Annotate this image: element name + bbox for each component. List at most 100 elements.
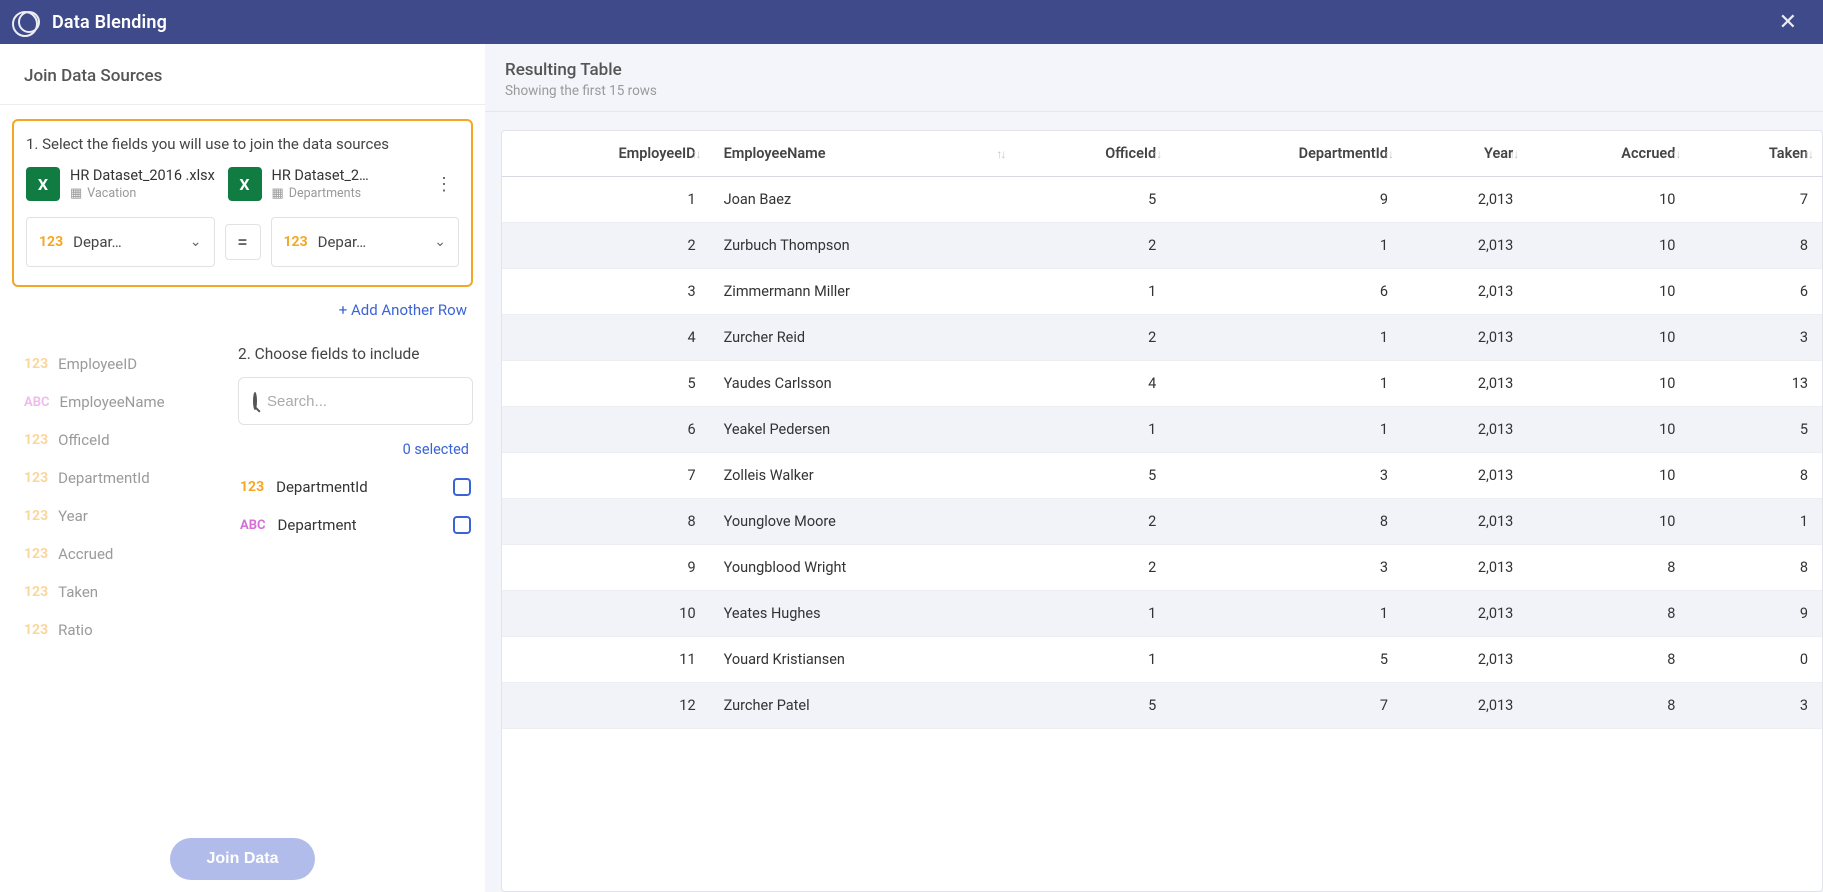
- table-cell: 2,013: [1402, 683, 1527, 729]
- table-cell: 2,013: [1402, 453, 1527, 499]
- table-cell: 9: [1170, 177, 1402, 223]
- text-type-icon: ABC: [240, 518, 266, 533]
- numeric-type-icon: 123: [24, 432, 48, 448]
- resulting-table-title: Resulting Table: [505, 60, 1803, 80]
- include-field-label: DepartmentId: [276, 478, 368, 496]
- numeric-type-icon: 123: [24, 470, 48, 486]
- column-header[interactable]: Accrued↑↓: [1527, 131, 1689, 177]
- column-header[interactable]: Year↑↓: [1402, 131, 1527, 177]
- table-cell: 2,013: [1402, 315, 1527, 361]
- sort-icon[interactable]: ↑↓: [1804, 147, 1812, 161]
- field-name-label: OfficeId: [58, 431, 109, 449]
- table-cell: 1: [1170, 223, 1402, 269]
- table-cell: 0: [1689, 637, 1822, 683]
- table-cell: 8: [1689, 223, 1822, 269]
- field-item[interactable]: 123Ratio: [24, 611, 226, 649]
- table-cell: 2,013: [1402, 361, 1527, 407]
- table-row[interactable]: 11Youard Kristiansen152,01380: [502, 637, 1822, 683]
- table-cell: 5: [1014, 177, 1170, 223]
- table-row[interactable]: 12Zurcher Patel572,01383: [502, 683, 1822, 729]
- resulting-table-subtitle: Showing the first 15 rows: [505, 83, 1803, 99]
- sort-icon[interactable]: ↑↓: [692, 147, 700, 161]
- table-cell: 6: [502, 407, 710, 453]
- table-row[interactable]: 1Joan Baez592,013107: [502, 177, 1822, 223]
- right-panel: Resulting Table Showing the first 15 row…: [485, 44, 1823, 892]
- table-row[interactable]: 10Yeates Hughes112,01389: [502, 591, 1822, 637]
- field-name-label: EmployeeID: [58, 355, 137, 373]
- table-cell: 5: [502, 361, 710, 407]
- table-cell: 10: [1527, 407, 1689, 453]
- kebab-menu-icon[interactable]: ⋮: [429, 174, 459, 195]
- table-row[interactable]: 9Youngblood Wright232,01388: [502, 545, 1822, 591]
- table-cell: Zurcher Patel: [710, 683, 1015, 729]
- table-cell: 3: [502, 269, 710, 315]
- add-another-row-link[interactable]: + Add Another Row: [339, 301, 467, 319]
- join-field-right-label: Depar…: [318, 233, 425, 251]
- column-header[interactable]: EmployeeName↑↓: [710, 131, 1015, 177]
- app-title: Data Blending: [52, 12, 167, 33]
- include-field-checkbox[interactable]: [453, 516, 471, 534]
- table-cell: Zurbuch Thompson: [710, 223, 1015, 269]
- search-fields-input-wrapper[interactable]: [238, 377, 473, 425]
- table-cell: 1: [1170, 361, 1402, 407]
- table-cell: Youngblood Wright: [710, 545, 1015, 591]
- field-item[interactable]: 123EmployeeID: [24, 345, 226, 383]
- field-item[interactable]: 123Taken: [24, 573, 226, 611]
- sort-icon[interactable]: ↑↓: [996, 147, 1004, 161]
- table-cell: 11: [502, 637, 710, 683]
- column-header[interactable]: EmployeeID↑↓: [502, 131, 710, 177]
- table-row[interactable]: 7Zolleis Walker532,013108: [502, 453, 1822, 499]
- result-table-container[interactable]: EmployeeID↑↓EmployeeName↑↓OfficeId↑↓Depa…: [501, 130, 1823, 892]
- field-name-label: Accrued: [58, 545, 113, 563]
- source-card-1: X HR Dataset_2016 .xlsx ▦ Vacation: [26, 167, 220, 201]
- table-cell: 2,013: [1402, 591, 1527, 637]
- table-cell: 2,013: [1402, 407, 1527, 453]
- table-cell: 8: [1527, 637, 1689, 683]
- sort-icon[interactable]: ↑↓: [1509, 147, 1517, 161]
- sort-icon[interactable]: ↑↓: [1384, 147, 1392, 161]
- table-row[interactable]: 3Zimmermann Miller162,013106: [502, 269, 1822, 315]
- table-cell: 3: [1689, 683, 1822, 729]
- numeric-type-icon: 123: [24, 546, 48, 562]
- table-cell: Youard Kristiansen: [710, 637, 1015, 683]
- table-cell: Zurcher Reid: [710, 315, 1015, 361]
- title-bar: Data Blending ✕: [0, 0, 1823, 44]
- table-row[interactable]: 6Yeakel Pedersen112,013105: [502, 407, 1822, 453]
- equals-operator: =: [225, 224, 261, 260]
- field-item[interactable]: ABCEmployeeName: [24, 383, 226, 421]
- table-row[interactable]: 5Yaudes Carlsson412,0131013: [502, 361, 1822, 407]
- table-cell: 1: [1014, 591, 1170, 637]
- field-item[interactable]: 123 Accrued: [24, 535, 226, 573]
- table-cell: 1: [1170, 591, 1402, 637]
- join-field-right-select[interactable]: 123 Depar… ⌄: [271, 217, 460, 267]
- table-cell: Younglove Moore: [710, 499, 1015, 545]
- join-field-left-select[interactable]: 123 Depar… ⌄: [26, 217, 215, 267]
- field-item[interactable]: 123Year: [24, 497, 226, 535]
- close-icon[interactable]: ✕: [1771, 6, 1805, 39]
- table-row[interactable]: 8Younglove Moore282,013101: [502, 499, 1822, 545]
- table-cell: 1: [1170, 407, 1402, 453]
- column-header[interactable]: OfficeId↑↓: [1014, 131, 1170, 177]
- table-cell: 7: [1689, 177, 1822, 223]
- table-cell: 10: [1527, 223, 1689, 269]
- table-cell: 1: [502, 177, 710, 223]
- field-item[interactable]: 123 OfficeId: [24, 421, 226, 459]
- sort-icon[interactable]: ↑↓: [1671, 147, 1679, 161]
- field-name-label: EmployeeName: [60, 393, 165, 411]
- table-row[interactable]: 2Zurbuch Thompson212,013108: [502, 223, 1822, 269]
- search-fields-input[interactable]: [267, 393, 466, 410]
- include-field-checkbox[interactable]: [453, 478, 471, 496]
- table-cell: Joan Baez: [710, 177, 1015, 223]
- table-cell: 9: [1689, 591, 1822, 637]
- table-cell: 5: [1014, 453, 1170, 499]
- sort-icon[interactable]: ↑↓: [1152, 147, 1160, 161]
- table-cell: 8: [502, 499, 710, 545]
- table-row[interactable]: 4Zurcher Reid212,013103: [502, 315, 1822, 361]
- table-cell: 3: [1170, 545, 1402, 591]
- column-header[interactable]: DepartmentId↑↓: [1170, 131, 1402, 177]
- numeric-type-icon: 123: [24, 622, 48, 638]
- field-item[interactable]: 123DepartmentId: [24, 459, 226, 497]
- table-cell: 10: [1527, 453, 1689, 499]
- column-header[interactable]: Taken↑↓: [1689, 131, 1822, 177]
- join-data-button[interactable]: Join Data: [170, 838, 314, 880]
